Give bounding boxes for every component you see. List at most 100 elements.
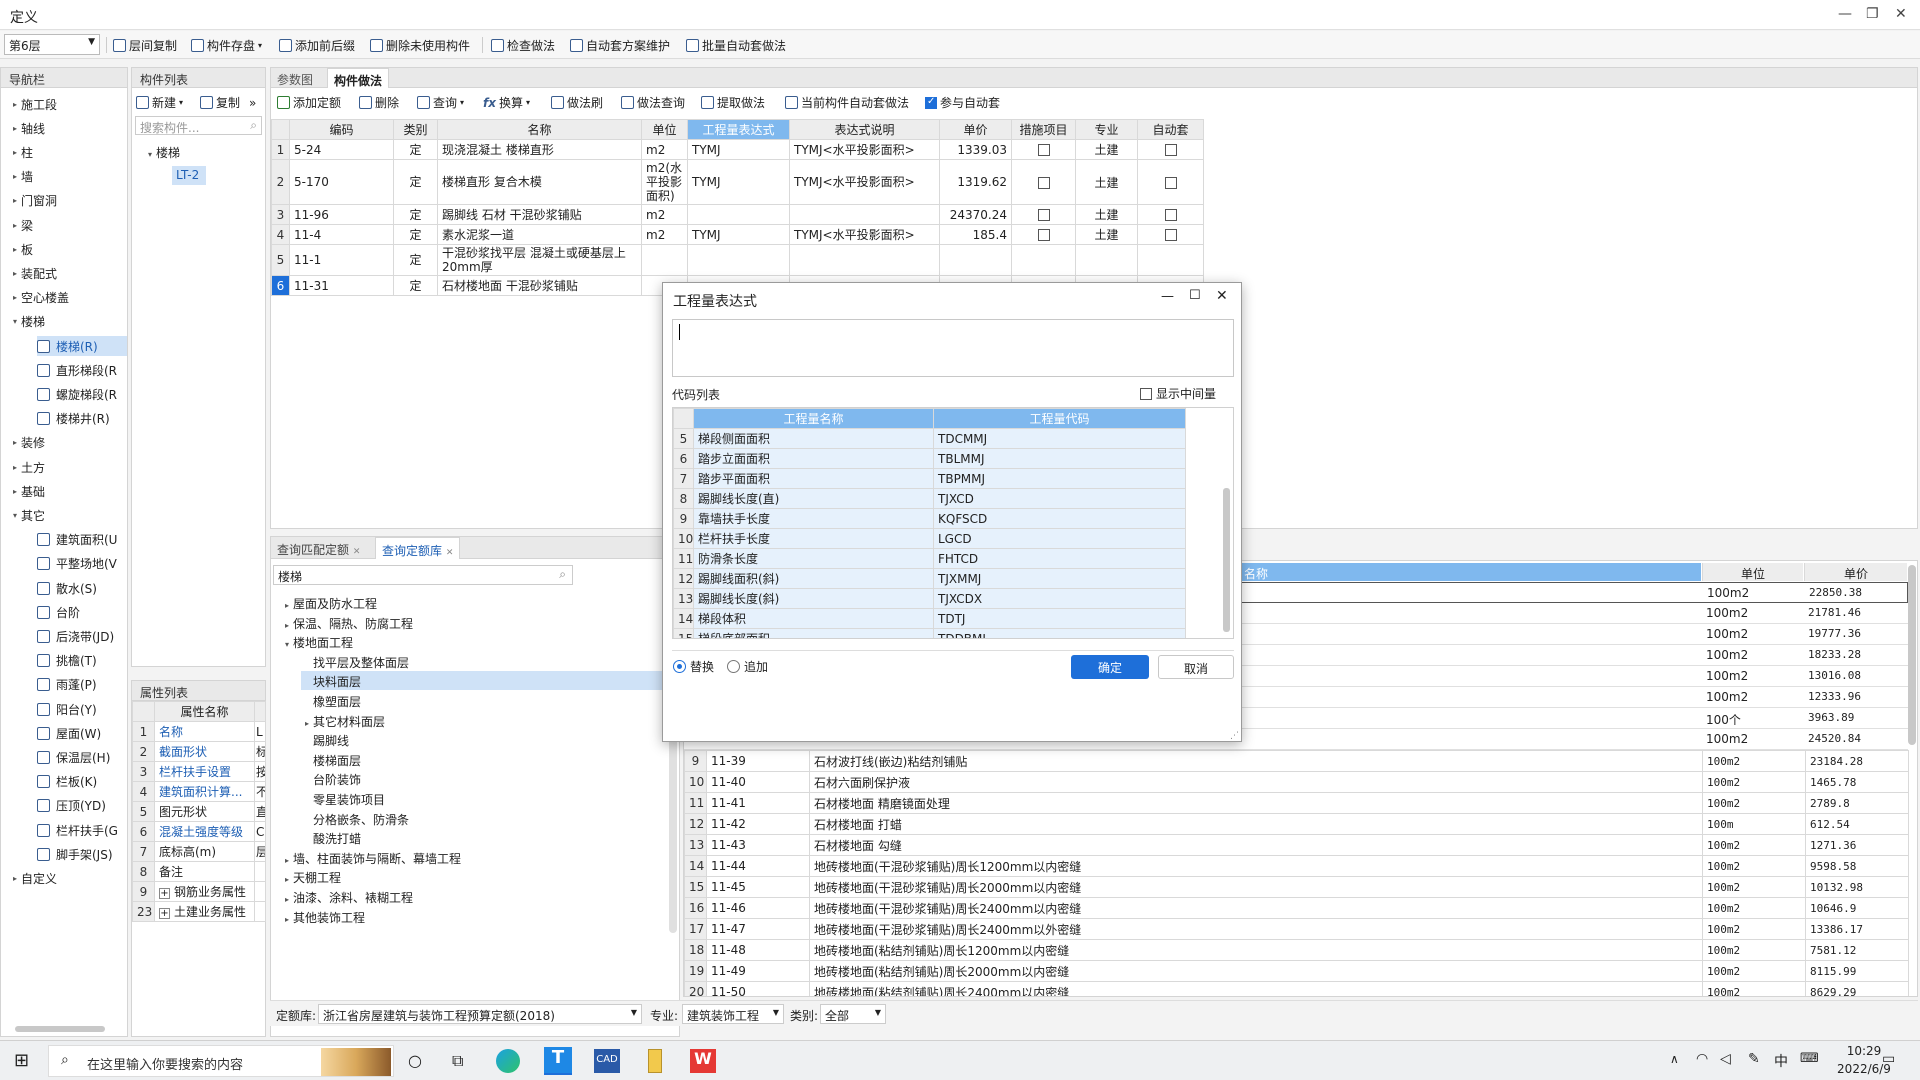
nav-item[interactable]: 雨蓬(P)	[37, 675, 127, 695]
chevron-right-icon[interactable]: ▸	[9, 124, 21, 133]
chevron-icon[interactable]: ▸	[281, 895, 293, 904]
tab-quota-library[interactable]: 查询定额库 ✕	[375, 537, 461, 559]
chevron-right-icon[interactable]: ▸	[9, 100, 21, 109]
method-cell-price[interactable]: 1339.03	[939, 139, 1012, 160]
ok-button[interactable]: 确定	[1071, 655, 1149, 679]
code-row[interactable]: 12 踢脚线面积(斜) TJXMMJ	[673, 568, 1186, 589]
checkbox-unchecked[interactable]	[1037, 144, 1050, 156]
method-row[interactable]: 1 5-24 定现浇混凝土 楼梯直形 m2 TYMJ TYMJ<水平投影面积> 1339.0…	[271, 139, 1204, 160]
code-row[interactable]: 14 梯段体积 TDTJ	[673, 608, 1186, 629]
major-select[interactable]: 建筑装饰工程 ▼	[682, 1004, 784, 1024]
method-cell-type[interactable]: 定	[393, 139, 438, 160]
checkbox-unchecked[interactable]	[1164, 229, 1177, 241]
method-column-header[interactable]: 编码	[289, 119, 394, 140]
method-cell-major[interactable]: 土建	[1075, 224, 1138, 245]
method-cell-unit[interactable]: m2	[641, 139, 688, 160]
quota-row[interactable]: 12 11-42 石材楼地面 打蜡 100m 612.54	[684, 813, 1909, 835]
chevron-up-icon[interactable]: ∧	[1670, 1052, 1679, 1066]
property-value[interactable]: 层	[254, 841, 266, 862]
library-tree-item[interactable]: ▸ 墙、柱面装饰与隔断、幕墙工程	[281, 848, 667, 867]
chevron-right-icon[interactable]: ▸	[9, 196, 21, 205]
measure-checkbox-cell[interactable]	[1011, 244, 1076, 276]
code-row[interactable]: 10 栏杆扶手长度 LGCD	[673, 528, 1186, 549]
nav-item[interactable]: 后浇带(JD)	[37, 626, 127, 646]
append-radio[interactable]: 追加	[727, 658, 768, 675]
method-cell-expr[interactable]: TYMJ	[687, 139, 790, 160]
property-row[interactable]: 2 截面形状 标	[132, 741, 266, 762]
library-tree-item[interactable]: 橡塑面层	[301, 691, 667, 710]
nav-item[interactable]: 散水(S)	[37, 578, 127, 598]
code-row[interactable]: 7 踏步平面面积 TBPMMJ	[673, 468, 1186, 489]
method-cell-type[interactable]: 定	[393, 275, 438, 296]
nav-item[interactable]: 平整场地(V	[37, 554, 127, 574]
code-row[interactable]: 8 踢脚线长度(直) TJXCD	[673, 488, 1186, 509]
method-cell-unit[interactable]	[641, 244, 688, 276]
method-cell-type[interactable]: 定	[393, 224, 438, 245]
quota-row[interactable]: 20 11-50 地砖楼地面(粘结剂铺贴)周长2400mm以内密缝 100m2 8629…	[684, 981, 1909, 996]
checkbox-unchecked[interactable]	[1164, 209, 1177, 221]
checkbox-unchecked[interactable]	[1037, 176, 1050, 189]
chevron-icon[interactable]: ▸	[281, 601, 293, 610]
pen-icon[interactable]: ✎	[1748, 1051, 1760, 1067]
method-cell-type[interactable]: 定	[393, 204, 438, 225]
tree-root[interactable]: ▾ 楼梯	[144, 144, 180, 161]
property-value[interactable]	[254, 881, 266, 902]
property-value[interactable]: 不	[254, 781, 266, 802]
chevron-right-icon[interactable]: ▸	[9, 438, 21, 447]
library-tree-item[interactable]: 台阶装饰	[301, 769, 667, 788]
close-icon[interactable]: ✕	[1216, 288, 1228, 304]
cad-icon[interactable]: CAD	[594, 1049, 620, 1073]
method-cell-unit[interactable]: m2	[641, 204, 688, 225]
property-row[interactable]: 1 名称 L	[132, 721, 266, 742]
restore-icon[interactable]: ❐	[1866, 6, 1879, 22]
method-cell-desc[interactable]: TYMJ<水平投影面积>	[789, 139, 940, 160]
quota-row[interactable]: 19 11-49 地砖楼地面(粘结剂铺贴)周长2000mm以内密缝 100m2 8115…	[684, 960, 1909, 982]
close-icon[interactable]: ✕	[1895, 6, 1907, 22]
extract-method-button[interactable]: 提取做法	[701, 94, 765, 111]
checkbox-unchecked[interactable]	[1164, 176, 1177, 189]
method-cell-type[interactable]: 定	[393, 159, 438, 205]
current-auto-method-button[interactable]: 当前构件自动套做法	[785, 94, 909, 111]
nav-item[interactable]: ▸ 基础	[9, 481, 127, 501]
glodon-t-icon[interactable]: T	[544, 1047, 572, 1075]
windows-start-icon[interactable]: ⊞	[14, 1050, 29, 1071]
property-value[interactable]	[254, 901, 266, 922]
taskbar-search-input[interactable]: ⌕ 在这里输入你要搜索的内容	[48, 1045, 394, 1077]
add-prefix-suffix-button[interactable]: 添加前后缀	[279, 36, 355, 54]
tab-parameter-diagram[interactable]: 参数图	[277, 71, 313, 88]
library-tree-item[interactable]: 楼梯面层	[301, 750, 667, 769]
method-cell-price[interactable]: 24370.24	[939, 204, 1012, 225]
method-cell-desc[interactable]: TYMJ<水平投影面积>	[789, 224, 940, 245]
tab-component-method[interactable]: 构件做法	[327, 68, 390, 88]
nav-item[interactable]: 螺旋梯段(R	[37, 384, 127, 404]
chevron-right-icon[interactable]: ▸	[9, 293, 21, 302]
floor-select[interactable]: 第6层 ▼	[4, 34, 100, 55]
nav-item[interactable]: ▸ 空心楼盖	[9, 288, 127, 308]
nav-item[interactable]: 屋面(W)	[37, 723, 127, 743]
nav-item[interactable]: 楼梯(R)	[37, 336, 127, 356]
show-intermediate-checkbox[interactable]: 显示中间量	[1140, 385, 1216, 402]
convert-button[interactable]: fx 换算 ▾	[483, 94, 530, 111]
method-row[interactable]: 3 11-96 定踢脚线 石材 干混砂浆铺贴 m2 24370.24 土建	[271, 204, 1204, 225]
minimize-icon[interactable]: —	[1161, 289, 1174, 304]
nav-item[interactable]: ▸ 梁	[9, 215, 127, 235]
nav-item[interactable]: 建筑面积(U	[37, 530, 127, 550]
method-cell-code[interactable]: 11-31	[289, 275, 394, 296]
method-cell-expr[interactable]: TYMJ	[687, 159, 790, 205]
file-icon[interactable]	[648, 1049, 662, 1073]
quota-row[interactable]: 13 11-43 石材楼地面 勾缝 100m2 1271.36	[684, 834, 1909, 856]
property-value[interactable]: 直	[254, 801, 266, 822]
nav-item[interactable]: 楼梯井(R)	[37, 409, 127, 429]
property-row[interactable]: 3 栏杆扶手设置 按	[132, 761, 266, 782]
auto-scheme-button[interactable]: 自动套方案维护	[570, 36, 670, 54]
method-cell-unit[interactable]: m2	[641, 224, 688, 245]
library-select[interactable]: 浙江省房屋建筑与装饰工程预算定额(2018) ▼	[318, 1004, 642, 1024]
method-row[interactable]: 4 11-4 定素水泥浆一道 m2 TYMJ TYMJ<水平投影面积> 185.4 土建	[271, 224, 1204, 245]
quota-row[interactable]: 10 11-40 石材六面刷保护液 100m2 1465.78	[684, 771, 1909, 793]
method-column-header[interactable]: 单位	[641, 119, 688, 140]
checkbox-unchecked[interactable]	[1164, 144, 1177, 156]
nav-item[interactable]: 挑檐(T)	[37, 651, 127, 671]
code-row[interactable]: 5 梯段侧面面积 TDCMMJ	[673, 428, 1186, 449]
chevron-icon[interactable]: ▸	[281, 621, 293, 630]
method-brush-button[interactable]: 做法刷	[551, 94, 603, 111]
